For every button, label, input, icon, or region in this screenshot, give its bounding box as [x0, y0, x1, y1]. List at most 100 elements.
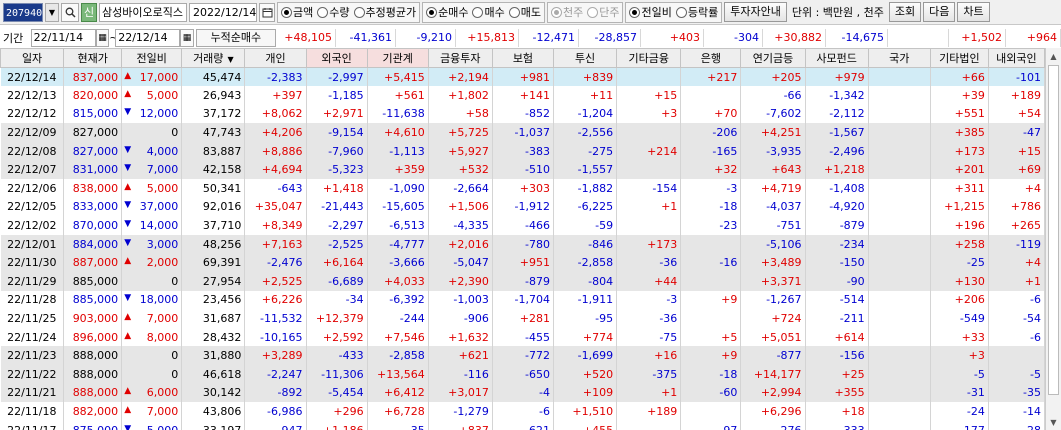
investor-value-cell: +643: [740, 160, 806, 180]
investor-value-cell: -2,525: [306, 234, 368, 254]
scroll-up-icon[interactable]: ▲: [1046, 48, 1061, 64]
chevron-down-icon[interactable]: ▼: [45, 2, 59, 22]
table-row[interactable]: 22/11/24 896,000 ▲ 8,000 28,432 -10,165 +2,592…: [0, 327, 1046, 347]
column-header[interactable]: 투신: [552, 48, 618, 68]
calendar-icon[interactable]: ▦: [95, 28, 110, 47]
column-header[interactable]: 사모펀드: [804, 48, 869, 68]
column-header[interactable]: 은행: [680, 48, 742, 68]
table-row[interactable]: 22/12/05 833,000 ▼ 37,000 92,016 +35,047 -21,4…: [0, 197, 1046, 217]
column-header[interactable]: 금융투자: [427, 48, 493, 68]
stock-code-input[interactable]: 207940: [3, 2, 43, 22]
price-cell: 831,000: [63, 160, 123, 180]
investor-value-cell: [616, 216, 682, 235]
radio-thousand-shares[interactable]: 천주: [550, 4, 583, 20]
investor-value-cell: -1,204: [553, 104, 618, 124]
investor-value-cell: -4,777: [367, 234, 429, 254]
chart-button[interactable]: 차트: [957, 2, 990, 22]
date-cell: 22/12/13: [0, 86, 65, 105]
table-row[interactable]: 22/11/25 903,000 ▲ 7,000 31,687 -11,532 +12,37…: [0, 309, 1046, 328]
radio-single-shares[interactable]: 단주: [587, 4, 619, 20]
stock-name-field[interactable]: 삼성바이오로직스: [99, 2, 187, 22]
investor-value-cell: [868, 67, 931, 87]
table-row[interactable]: 22/12/07 831,000 ▼ 7,000 42,158 +4,694 -5,323 +…: [0, 160, 1046, 180]
radio-sell[interactable]: 매도: [508, 4, 541, 20]
period-from-input[interactable]: 22/11/14: [30, 28, 96, 47]
table-row[interactable]: 22/11/18 882,000 ▲ 7,000 43,806 -6,986 +296 +6,…: [0, 402, 1046, 421]
radio-net-buy[interactable]: 순매수: [426, 4, 468, 20]
investor-value-cell: +1,510: [553, 402, 618, 421]
change-cell: 0: [121, 123, 183, 142]
column-header[interactable]: 기관계: [366, 48, 429, 68]
change-cell: ▼ 7,000: [121, 160, 183, 180]
scroll-thumb[interactable]: [1048, 65, 1059, 395]
sort-arrow-icon[interactable]: ▼: [227, 55, 233, 64]
change-cell: ▼5,000: [121, 420, 183, 430]
period-to-input[interactable]: 22/12/14: [115, 28, 181, 47]
investor-value-cell: [868, 234, 931, 254]
column-header[interactable]: 현재가: [63, 48, 123, 68]
column-header[interactable]: 외국인: [305, 48, 368, 68]
volume-cell: 47,743: [181, 123, 246, 142]
table-row[interactable]: 22/11/30 887,000 ▲ 2,000 69,391 -2,476 +6,164-…: [0, 253, 1046, 273]
calendar-icon[interactable]: ▦: [180, 28, 194, 47]
investor-value-cell: +35,047: [244, 197, 307, 217]
column-header[interactable]: 전일비: [121, 48, 183, 68]
date-cell: 22/12/01: [0, 234, 65, 254]
table-row[interactable]: 22/11/17875,000▼5,00033,197-947+1,186-35…: [0, 420, 1046, 430]
radio-buy[interactable]: 매수: [472, 4, 505, 20]
table-row[interactable]: 22/12/02 870,000 ▼ 14,000 37,710 +8,349 -2,297…: [0, 216, 1046, 235]
table-row[interactable]: 22/11/28 885,000 ▼ 18,000 23,456 +6,226 -34 -6,…: [0, 290, 1046, 310]
investor-value-cell: -1,882: [553, 179, 618, 198]
query-date-input[interactable]: 2022/12/14: [189, 2, 257, 22]
scroll-down-icon[interactable]: ▼: [1046, 414, 1061, 430]
column-header[interactable]: 개인: [244, 48, 307, 68]
investor-value-cell: -28: [988, 420, 1046, 430]
column-header[interactable]: 거래량 ▼: [181, 48, 246, 68]
column-header[interactable]: 국가: [867, 48, 931, 68]
change-cell: ▲ 2,000: [121, 253, 183, 273]
price-cell: 888,000: [63, 365, 123, 384]
table-row[interactable]: 22/11/21 888,000 ▲ 6,000 30,142 -892 -5,454 +6,…: [0, 383, 1046, 403]
investor-value-cell: +8,062: [244, 104, 307, 124]
table-row[interactable]: 22/11/22 888,000 0 46,618 -2,247 -11,306 +13,5…: [0, 365, 1046, 384]
column-header[interactable]: 연기금등: [740, 48, 806, 68]
table-row[interactable]: 22/12/12 815,000 ▼ 12,000 37,172 +8,062 +2,971…: [0, 104, 1046, 124]
investor-guide-button[interactable]: 투자자안내: [724, 2, 787, 22]
radio-quantity[interactable]: 수량: [317, 4, 350, 20]
table-row[interactable]: 22/11/23 888,000 0 31,880 +3,289 -433 -2,858 +6…: [0, 346, 1046, 365]
table-row[interactable]: 22/12/08 827,000 ▼ 4,000 83,887 +8,886 -7,960-…: [0, 141, 1046, 161]
column-header[interactable]: 기타금융: [616, 48, 682, 68]
calendar-icon[interactable]: [259, 2, 275, 22]
radio-prev-day-change[interactable]: 전일비: [629, 4, 672, 20]
investor-value-cell: +520: [553, 365, 618, 384]
investor-value-cell: -116: [428, 365, 493, 384]
radio-est-avg-price[interactable]: 추정평균가: [353, 4, 416, 20]
next-button[interactable]: 다음: [923, 2, 956, 22]
table-row[interactable]: 22/12/09 827,000 0 47,743 +4,206 -9,154 +4,610…: [0, 123, 1046, 142]
investor-value-cell: [868, 383, 931, 403]
new-stock-button[interactable]: 신: [81, 2, 97, 22]
table-row[interactable]: 22/11/29 885,000 0 27,954 +2,525 -6,689 +4,033…: [0, 272, 1046, 291]
investor-value-cell: -211: [805, 309, 869, 328]
search-icon[interactable]: [61, 2, 79, 22]
investor-value-cell: -455: [492, 327, 555, 347]
column-header[interactable]: 보험: [491, 48, 555, 68]
query-button[interactable]: 조회: [888, 2, 922, 22]
investor-value-cell: [680, 272, 742, 291]
vertical-scrollbar[interactable]: ▲ ▼: [1045, 48, 1061, 430]
column-header[interactable]: 기타법인: [929, 48, 989, 68]
investor-value-cell: +1,215: [930, 197, 989, 217]
column-header[interactable]: 일자: [0, 48, 65, 68]
investor-value-cell: -5,323: [306, 160, 368, 180]
table-row[interactable]: 22/12/01 884,000 ▼ 3,000 48,256 +7,163 -2,525-…: [0, 234, 1046, 254]
investor-value-cell: +6,728: [367, 402, 429, 421]
investor-value-cell: [868, 365, 931, 384]
column-header[interactable]: 내외국인: [987, 48, 1046, 68]
radio-change-rate[interactable]: 등락률: [675, 4, 718, 20]
table-row[interactable]: 22/12/06 838,000 ▲ 5,000 50,341 -643 +1,418 -1,…: [0, 179, 1046, 198]
table-row[interactable]: 22/12/13 820,000 ▲ 5,000 26,943 +397 -1,185 +56…: [0, 86, 1046, 105]
investor-value-cell: -47: [988, 123, 1046, 142]
radio-amount[interactable]: 금액: [281, 4, 313, 20]
investor-value-cell: +6,226: [244, 290, 307, 310]
table-row[interactable]: 22/12/14 837,000 ▲ 17,000 45,474 -2,383 -2,997…: [0, 67, 1046, 87]
